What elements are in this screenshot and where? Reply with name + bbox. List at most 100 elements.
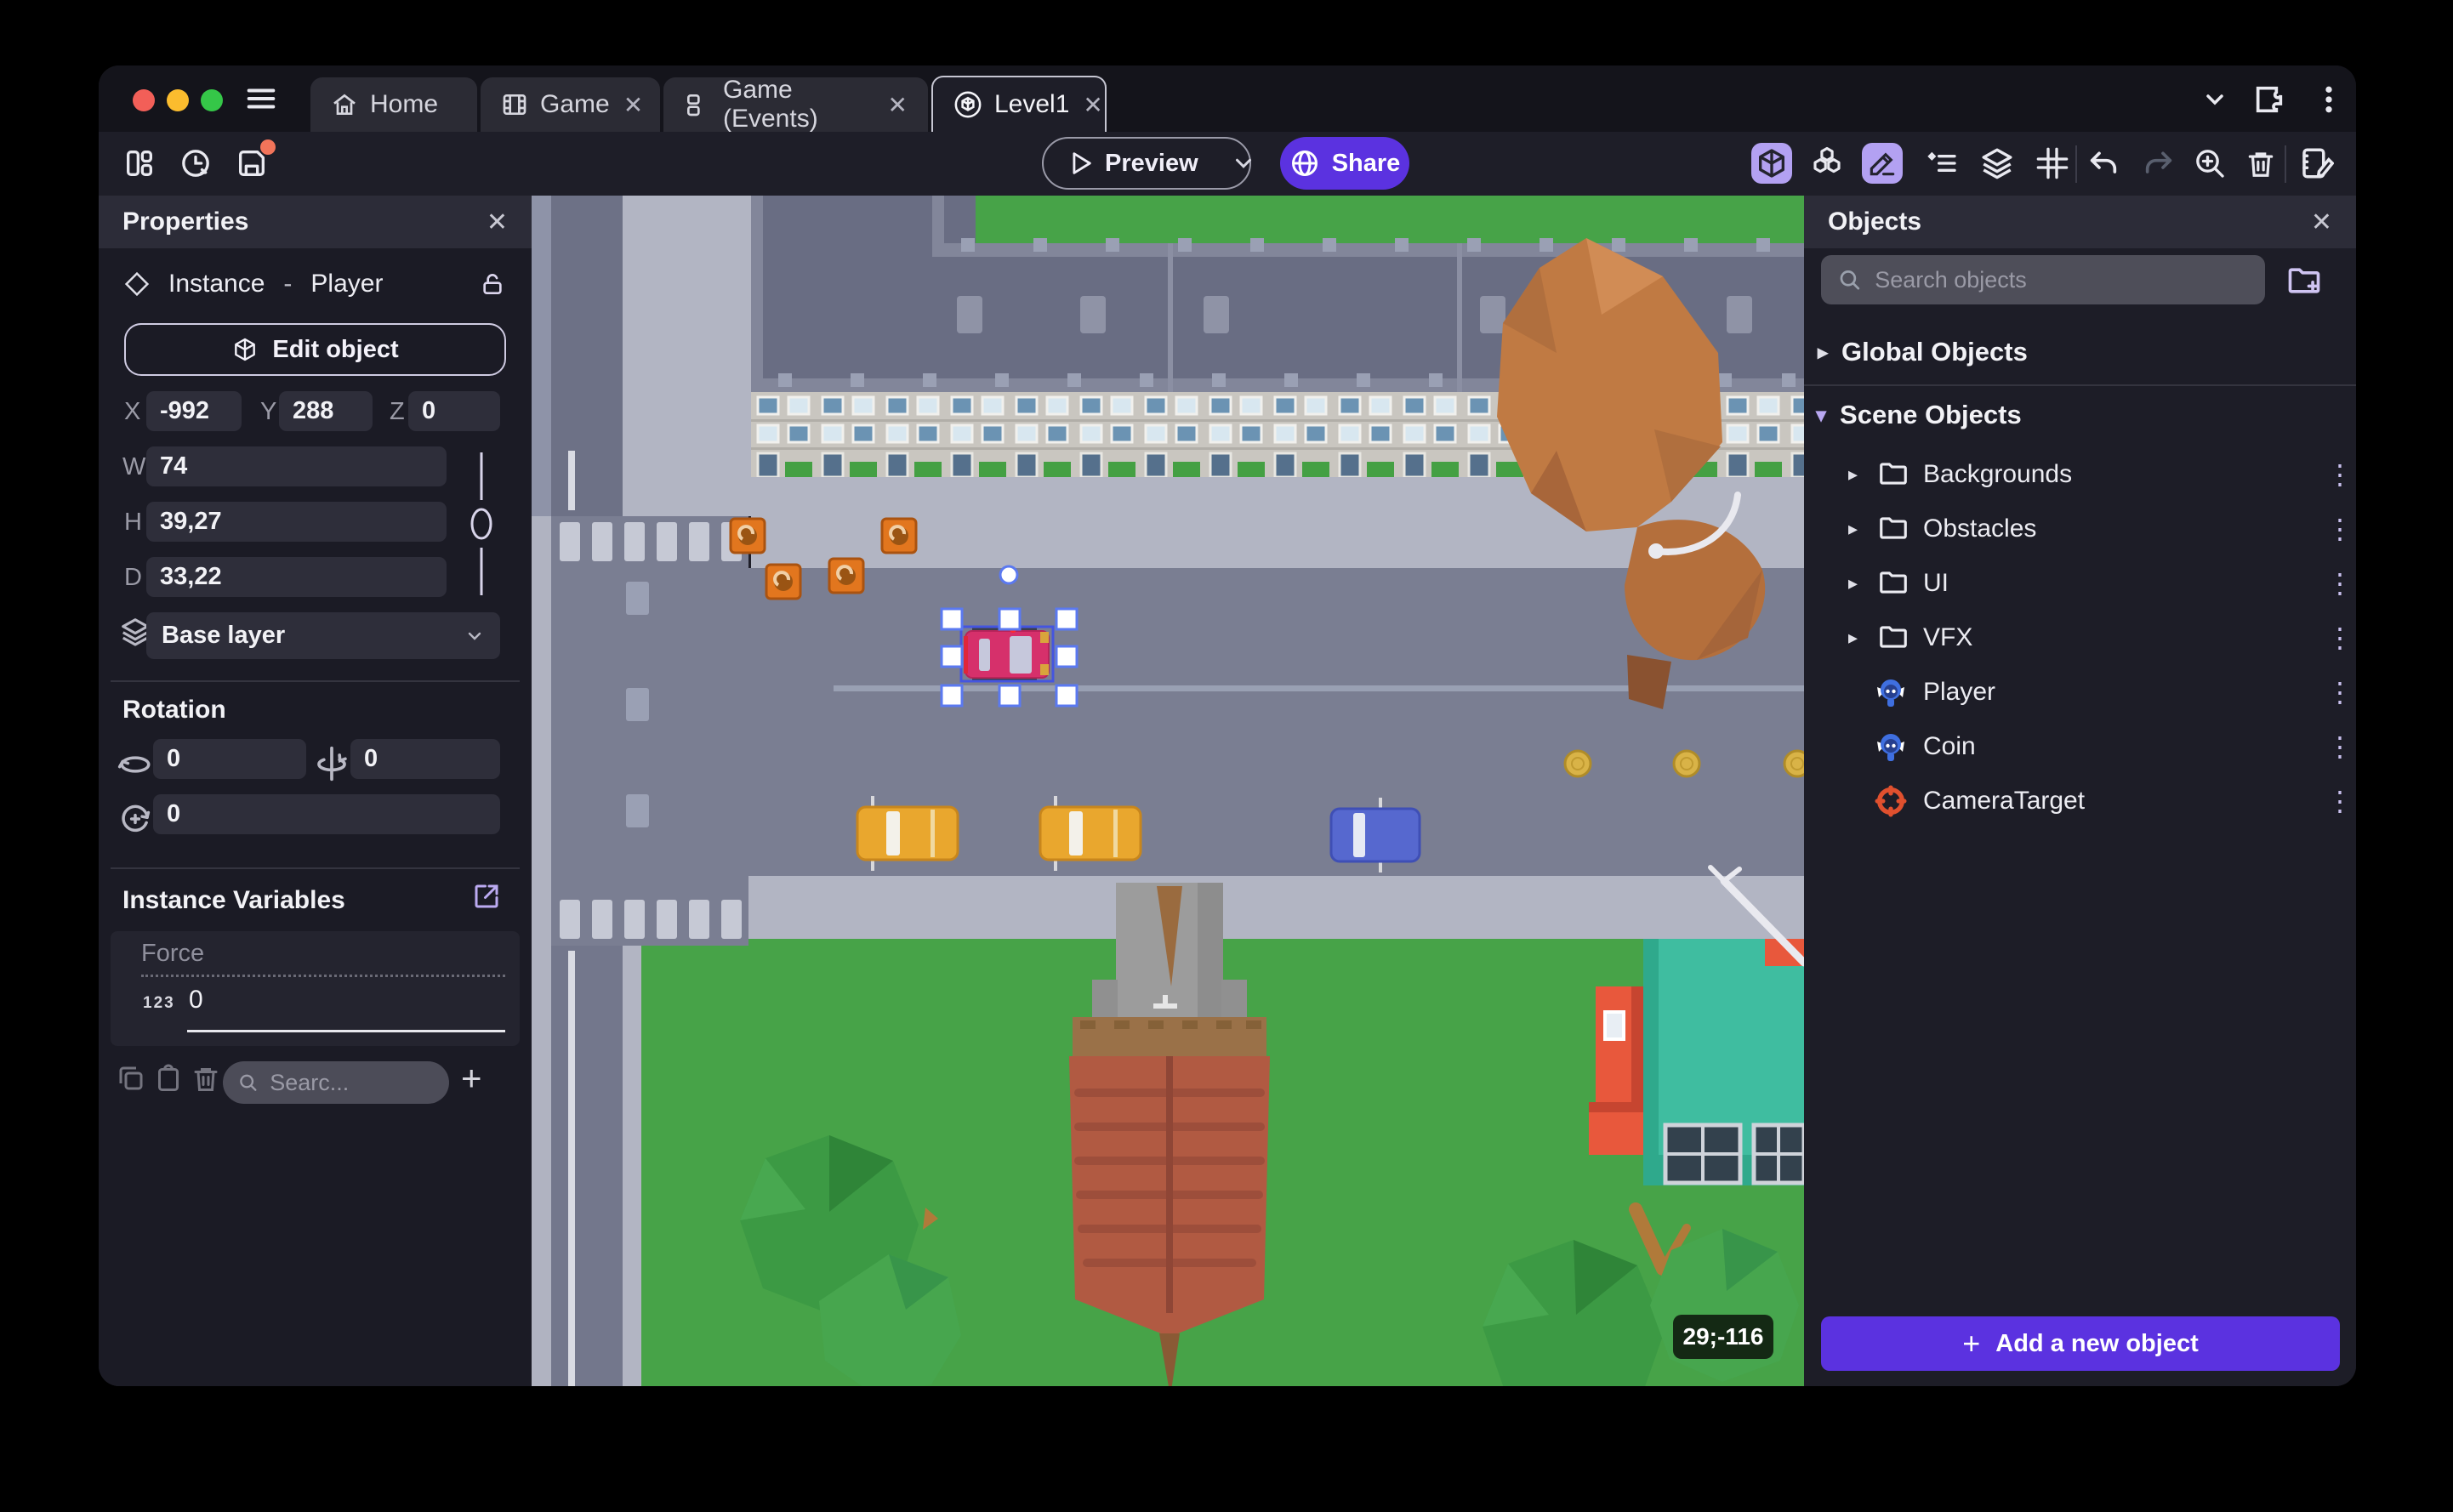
caret-right-icon[interactable]: ▸ <box>1848 518 1858 540</box>
close-properties-icon[interactable]: ✕ <box>487 207 508 237</box>
close-tab-icon[interactable]: ✕ <box>888 91 908 119</box>
redo-icon[interactable] <box>2138 143 2179 184</box>
add-folder-icon[interactable] <box>2285 262 2323 299</box>
share-button[interactable]: Share <box>1280 137 1409 190</box>
kebab-menu-icon[interactable]: ⋮ <box>2326 567 2353 600</box>
view-3d-icon[interactable] <box>1751 143 1792 184</box>
layer-select[interactable]: Base layer <box>146 612 500 659</box>
width-field[interactable] <box>146 446 447 486</box>
globe-icon <box>1289 148 1320 179</box>
scene-canvas[interactable] <box>532 196 1804 1386</box>
traffic-car-yellow[interactable] <box>856 796 959 871</box>
paste-icon[interactable] <box>153 1063 184 1094</box>
grid-icon[interactable] <box>2032 143 2073 184</box>
tab-level1[interactable]: Level1 ✕ <box>931 76 1107 132</box>
selected-player-instance[interactable] <box>959 625 1055 683</box>
object-row-backgrounds[interactable]: ▸ Backgrounds ⋮ <box>1804 447 2356 502</box>
add-variable-icon[interactable]: + <box>461 1058 482 1099</box>
history-icon[interactable] <box>175 143 216 184</box>
y-field[interactable] <box>279 391 373 431</box>
zoom-in-icon[interactable] <box>2189 143 2230 184</box>
object-row-coin[interactable]: Coin ⋮ <box>1804 719 2356 774</box>
rotation-z-field[interactable] <box>153 794 500 834</box>
kebab-menu-icon[interactable]: ⋮ <box>2326 676 2353 708</box>
object-row-obstacles[interactable]: ▸ Obstacles ⋮ <box>1804 502 2356 556</box>
object-row-ui[interactable]: ▸ UI ⋮ <box>1804 556 2356 611</box>
add-new-object-button[interactable]: + Add a new object <box>1821 1316 2340 1371</box>
undo-icon[interactable] <box>2083 143 2124 184</box>
chevron-down-icon[interactable] <box>2200 86 2230 113</box>
unlock-icon[interactable] <box>479 270 506 298</box>
z-label: Z <box>390 398 405 425</box>
tab-label: Home <box>370 90 439 118</box>
object-row-player[interactable]: Player ⋮ <box>1804 665 2356 719</box>
camera-target-icon <box>1874 784 1908 818</box>
caret-right-icon[interactable]: ▸ <box>1848 627 1858 649</box>
x-field[interactable] <box>146 391 242 431</box>
y-label: Y <box>260 398 277 425</box>
traffic-car-yellow[interactable] <box>1039 796 1142 871</box>
edit-object-button[interactable]: Edit object <box>124 323 506 376</box>
z-field[interactable] <box>408 391 500 431</box>
preview-dropdown-chevron-icon[interactable] <box>1231 151 1256 176</box>
maximize-window-button[interactable] <box>201 89 223 111</box>
properties-header: Properties ✕ <box>99 196 532 248</box>
objects-blocks-icon[interactable] <box>1807 143 1847 184</box>
global-objects-group[interactable]: ▸ Global Objects <box>1818 330 2028 374</box>
kebab-menu-icon[interactable] <box>2312 82 2346 117</box>
extensions-puzzle-icon[interactable] <box>2252 82 2286 117</box>
caret-right-icon[interactable]: ▸ <box>1848 572 1858 594</box>
instance-name-label: Player <box>310 270 384 298</box>
film-icon <box>501 91 528 118</box>
tab-game[interactable]: Game ✕ <box>481 77 660 132</box>
tab-label: Game <box>540 90 610 118</box>
height-field[interactable] <box>146 502 447 542</box>
scene-objects-group[interactable]: ▾ Scene Objects <box>1816 393 2022 437</box>
edit-note-icon[interactable] <box>2296 143 2336 184</box>
close-window-button[interactable] <box>133 89 155 111</box>
layers-icon[interactable] <box>1977 143 2018 184</box>
copy-icon[interactable] <box>116 1063 146 1094</box>
kebab-menu-icon[interactable]: ⋮ <box>2326 458 2353 491</box>
minimize-window-button[interactable] <box>167 89 189 111</box>
toggle-panels-icon[interactable] <box>119 143 160 184</box>
tab-game-events[interactable]: Game (Events) ✕ <box>663 76 928 133</box>
variables-search[interactable] <box>223 1061 449 1104</box>
depth-field[interactable] <box>146 557 447 597</box>
objects-search[interactable] <box>1821 255 2265 304</box>
trash-icon[interactable] <box>191 1063 221 1094</box>
divider <box>111 680 520 682</box>
kebab-menu-icon[interactable]: ⋮ <box>2326 785 2353 817</box>
object-row-vfx[interactable]: ▸ VFX ⋮ <box>1804 611 2356 665</box>
rotation-y-field[interactable] <box>350 739 500 779</box>
scene-objects-label: Scene Objects <box>1840 400 2022 429</box>
caret-right-icon[interactable]: ▸ <box>1848 463 1858 486</box>
close-tab-icon[interactable]: ✕ <box>1083 91 1102 119</box>
save-icon[interactable] <box>231 139 276 184</box>
objects-search-input[interactable] <box>1873 265 2248 294</box>
edit-pencil-icon[interactable] <box>1862 143 1903 184</box>
caret-down-icon: ▾ <box>1816 403 1827 427</box>
kebab-menu-icon[interactable]: ⋮ <box>2326 622 2353 654</box>
preview-button[interactable]: Preview <box>1042 137 1251 190</box>
kebab-menu-icon[interactable]: ⋮ <box>2326 730 2353 763</box>
close-objects-icon[interactable]: ✕ <box>2311 207 2332 237</box>
object-row-cameratarget[interactable]: CameraTarget ⋮ <box>1804 774 2356 828</box>
tab-home[interactable]: Home <box>310 77 477 132</box>
kebab-menu-icon[interactable]: ⋮ <box>2326 513 2353 545</box>
titlebar: Home Game ✕ Game (Events) ✕ Level1 ✕ <box>99 65 2356 133</box>
traffic-car-blue[interactable] <box>1329 798 1421 873</box>
home-icon <box>331 91 358 118</box>
trash-icon[interactable] <box>2240 143 2281 184</box>
x-label: X <box>124 398 141 425</box>
plus-icon: + <box>1962 1326 1981 1361</box>
rotation-x-field[interactable] <box>153 739 306 779</box>
open-variables-icon[interactable] <box>471 881 502 912</box>
close-tab-icon[interactable]: ✕ <box>623 91 643 119</box>
variable-value[interactable]: 0 <box>189 986 203 1015</box>
link-dimensions-icon[interactable] <box>459 449 504 599</box>
instances-list-icon[interactable] <box>1921 143 1962 184</box>
variables-search-input[interactable] <box>268 1068 434 1097</box>
variable-name[interactable]: Force <box>141 940 505 977</box>
hamburger-menu-icon[interactable] <box>243 82 279 115</box>
